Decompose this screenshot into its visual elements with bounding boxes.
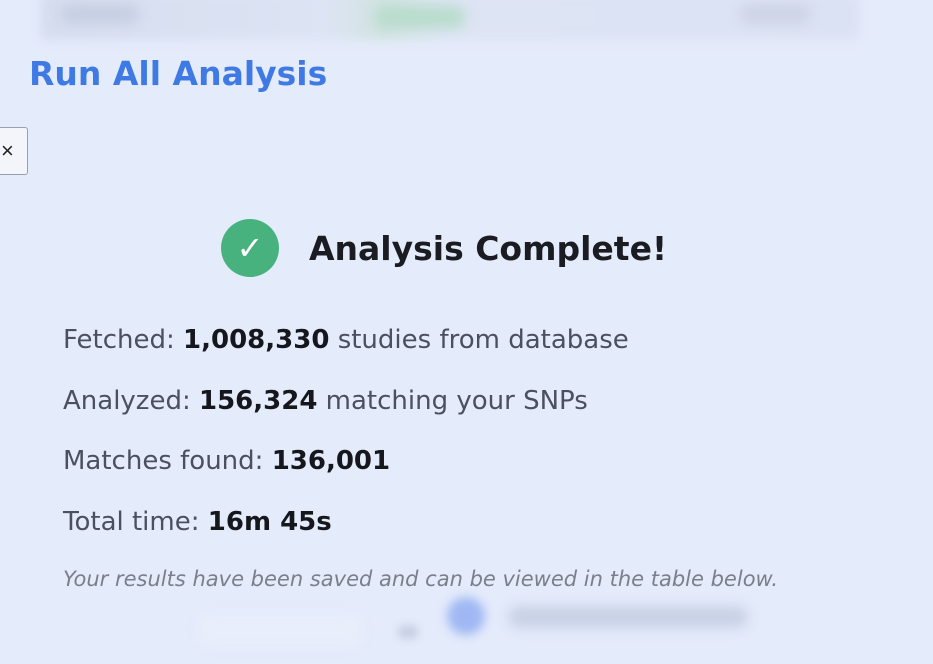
- background-blur: [398, 625, 418, 639]
- stat-analyzed: Analyzed: 156,324 matching your SNPs: [63, 381, 883, 421]
- stat-label: Fetched:: [63, 325, 175, 355]
- background-blur: [60, 4, 140, 24]
- stat-value: 16m 45s: [207, 506, 332, 537]
- stats-list: Fetched: 1,008,330 studies from database…: [63, 320, 883, 562]
- check-icon: ✓: [221, 219, 279, 277]
- background-blur: [508, 606, 748, 628]
- stat-value: 156,324: [198, 385, 318, 416]
- success-header: ✓ Analysis Complete!: [221, 219, 667, 277]
- stat-total-time: Total time: 16m 45s: [63, 502, 883, 542]
- background-blur: [375, 6, 465, 28]
- background-blur: [200, 615, 360, 645]
- stat-matches: Matches found: 136,001: [63, 441, 883, 481]
- check-icon-glyph: ✓: [236, 229, 264, 267]
- stat-value: 1,008,330: [183, 325, 330, 355]
- stat-label: Total time:: [63, 506, 200, 537]
- success-title: Analysis Complete!: [309, 228, 668, 268]
- stat-value: 136,001: [271, 446, 391, 476]
- stat-label: Matches found:: [63, 446, 264, 476]
- close-button[interactable]: ×: [0, 127, 28, 175]
- stat-suffix: matching your SNPs: [325, 385, 588, 416]
- background-blur: [447, 597, 485, 635]
- stat-fetched: Fetched: 1,008,330 studies from database: [63, 320, 883, 360]
- background-blur: [740, 4, 810, 24]
- modal-title: Run All Analysis: [29, 54, 328, 93]
- stat-label: Analyzed:: [63, 385, 191, 416]
- stat-suffix: studies from database: [337, 325, 629, 355]
- saved-note: Your results have been saved and can be …: [63, 567, 779, 591]
